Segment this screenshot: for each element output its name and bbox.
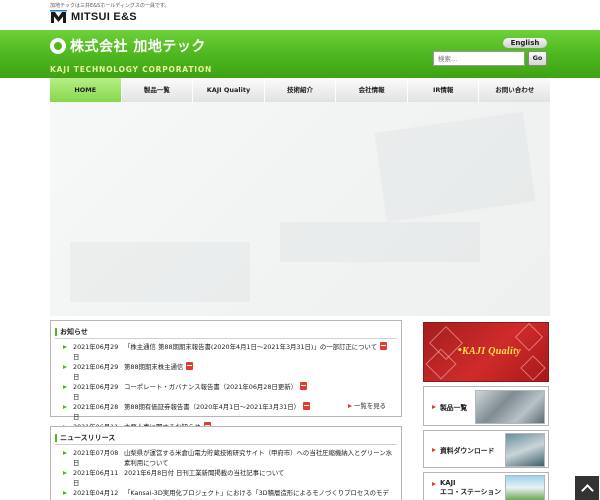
arrow-right-icon: [432, 482, 436, 486]
notices-title: お知らせ: [60, 327, 88, 336]
item-text[interactable]: 2021年6月8日付 日刊工業新聞掲載の当社記事について: [124, 468, 393, 478]
hero-image-shape: [374, 111, 536, 223]
arrow-right-icon: [348, 403, 353, 408]
eco-text-line1: KAJI: [440, 479, 456, 487]
nav-home[interactable]: HOME: [50, 78, 122, 102]
company-name-en: KAJI TECHNOLOGY CORPORATION: [50, 65, 213, 74]
list-item[interactable]: 2021年06月28日 第88期有価証券報告書（2020年4月1日～2021年3…: [63, 402, 393, 422]
item-text[interactable]: 「Kansai-3D実用化プロジェクト」における「3D積層造形によるモノづくりプ…: [124, 488, 393, 500]
scroll-top-button[interactable]: [575, 476, 599, 500]
company-logo[interactable]: 株式会社 加地テック KAJI TECHNOLOGY CORPORATION: [50, 36, 212, 74]
bullet-icon: [63, 470, 67, 475]
notices-header: お知らせ: [55, 325, 397, 339]
notices-more-link[interactable]: 一覧を見る: [348, 401, 386, 410]
item-date: 2021年06月11日: [73, 469, 119, 487]
nav-company[interactable]: 会社情報: [336, 78, 408, 102]
bullet-icon: [63, 384, 67, 389]
eco-text-line2: エコ・ステーション: [440, 488, 502, 496]
item-text[interactable]: 第88期期末株主通信: [124, 363, 183, 371]
bullet-icon: [63, 404, 67, 409]
search-input[interactable]: [433, 51, 525, 66]
more-label: 一覧を見る: [354, 402, 386, 410]
group-note: 加地テックは三井E&Sホールディングスの一員です。: [50, 3, 170, 9]
decorative-square: [520, 355, 546, 381]
item-text[interactable]: 山梨県が運営する米倉山電力貯蔵技術研究サイト（甲府市）への当社圧縮機納入とグリー…: [124, 448, 393, 468]
nav-kaji-quality[interactable]: KAJI Quality: [193, 78, 265, 102]
products-banner[interactable]: 製品一覧: [423, 386, 549, 426]
pdf-icon: [303, 402, 311, 410]
global-nav: HOME 製品一覧 KAJI Quality 技術紹介 会社情報 IR情報 お問…: [50, 78, 551, 102]
pdf-icon: [300, 382, 307, 390]
item-text[interactable]: コーポレート・ガバナンス報告書（2021年06月28日更新）: [124, 383, 297, 391]
item-date: 2021年06月29日: [73, 383, 119, 401]
products-text: 製品一覧: [440, 404, 468, 412]
section-bar-icon: [55, 433, 57, 442]
kaji-quality-label: KAJI Quality: [462, 346, 521, 357]
item-date: 2021年07月08日: [73, 449, 119, 467]
company-name-jp: 株式会社 加地テック: [70, 39, 206, 55]
top-bar: 加地テックは三井E&Sホールディングスの一員です。 MITSUI E&S: [0, 0, 600, 30]
catalog-image: [505, 433, 545, 467]
list-item[interactable]: 2021年06月29日 「株主通信 第88期期末報告書(2020年4月1日～20…: [63, 342, 393, 362]
eco-banner-label: KAJI エコ・ステーション: [432, 479, 501, 497]
pdf-icon: [186, 362, 194, 370]
pdf-icon: [380, 342, 388, 350]
item-date: 2021年04月12日: [73, 489, 119, 500]
bullet-icon: [63, 344, 67, 349]
chevron-up-icon: [580, 483, 594, 497]
nav-contact[interactable]: お問い合わせ: [479, 78, 551, 102]
mitsui-brand[interactable]: MITSUI E&S: [50, 10, 137, 24]
nav-technology[interactable]: 技術紹介: [264, 78, 337, 102]
search-go-button[interactable]: Go: [528, 51, 547, 66]
download-banner[interactable]: 資料ダウンロード: [423, 430, 549, 468]
mitsui-brand-text: MITSUI E&S: [71, 11, 137, 23]
section-bar-icon: [55, 327, 57, 336]
list-item[interactable]: 2021年06月29日 コーポレート・ガバナンス報告書（2021年06月28日更…: [63, 382, 393, 402]
english-button[interactable]: English: [503, 38, 547, 48]
list-item[interactable]: 2021年06月11日 2021年6月8日付 日刊工業新聞掲載の当社記事について: [63, 468, 393, 488]
bullet-icon: [63, 364, 67, 369]
arrow-right-icon: [432, 448, 436, 452]
compressor-image: [475, 390, 545, 424]
nav-ir[interactable]: IR情報: [407, 78, 480, 102]
item-date: 2021年06月29日: [73, 343, 119, 361]
news-list: 2021年07月08日 山梨県が運営する米倉山電力貯蔵技術研究サイト（甲府市）へ…: [63, 448, 393, 500]
item-text[interactable]: 第88期有価証券報告書（2020年4月1日～2021年3月31日）: [124, 403, 300, 411]
hero-image-shape: [280, 222, 480, 262]
site-header: 株式会社 加地テック KAJI TECHNOLOGY CORPORATION E…: [0, 30, 600, 78]
products-banner-label: 製品一覧: [432, 402, 467, 412]
kaji-quality-banner[interactable]: • KAJI Quality: [423, 322, 549, 382]
bullet-icon: [63, 450, 67, 455]
download-banner-label: 資料ダウンロード: [432, 445, 494, 455]
bullet-icon: [63, 490, 67, 495]
download-text: 資料ダウンロード: [440, 447, 495, 455]
company-mark-icon: [50, 38, 66, 54]
list-item[interactable]: 2021年06月29日 第88期期末株主通信: [63, 362, 393, 382]
eco-station-image: [505, 475, 545, 500]
news-title: ニュースリリース: [60, 433, 116, 442]
list-item[interactable]: 2021年07月08日 山梨県が運営する米倉山電力貯蔵技術研究サイト（甲府市）へ…: [63, 448, 393, 468]
list-item[interactable]: 2021年04月12日 「Kansai-3D実用化プロジェクト」における「3D積…: [63, 488, 393, 500]
item-date: 2021年06月29日: [73, 363, 119, 381]
notices-panel: お知らせ 2021年06月29日 「株主通信 第88期期末報告書(2020年4月…: [50, 320, 402, 441]
news-header: ニュースリリース: [55, 431, 397, 445]
nav-products[interactable]: 製品一覧: [121, 78, 194, 102]
arrow-right-icon: [432, 405, 436, 409]
item-text[interactable]: 「株主通信 第88期期末報告書(2020年4月1日～2021年3月31日)」の一…: [124, 343, 377, 351]
hero-image-shape: [70, 242, 250, 302]
item-date: 2021年06月28日: [73, 403, 119, 421]
news-panel: ニュースリリース 2021年07月08日 山梨県が運営する米倉山電力貯蔵技術研究…: [50, 426, 402, 500]
hero-slideshow[interactable]: [50, 102, 550, 316]
mitsui-logo-icon: [50, 10, 67, 24]
eco-station-banner[interactable]: KAJI エコ・ステーション: [423, 472, 549, 500]
